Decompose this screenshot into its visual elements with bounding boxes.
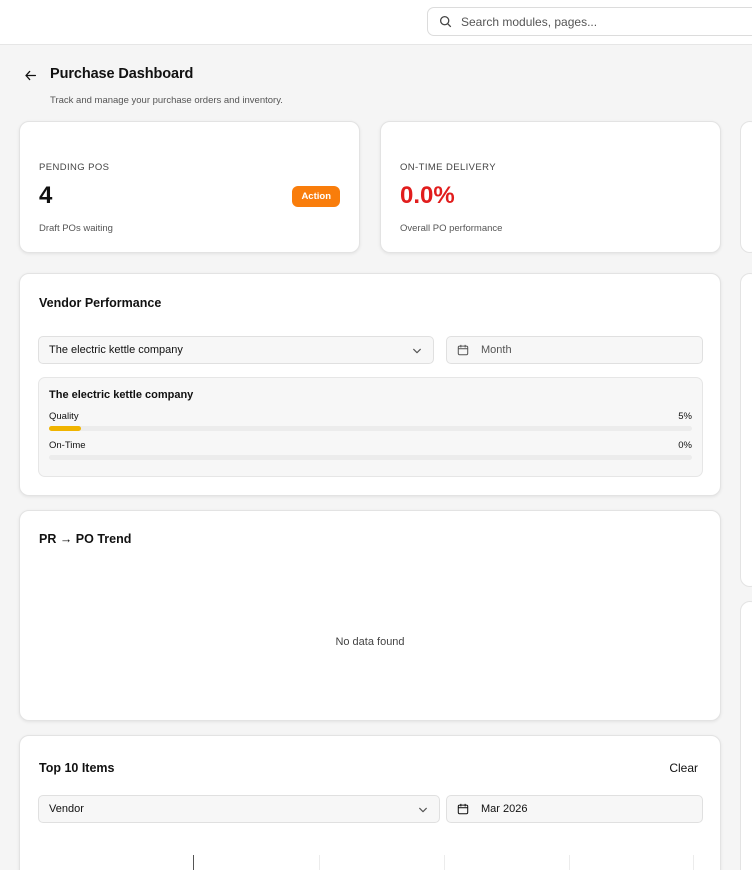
side-card-bottom — [740, 601, 752, 870]
on-time-delivery-label: ON-TIME DELIVERY — [400, 162, 496, 173]
quality-value: 5% — [678, 411, 692, 422]
chart-gridline — [319, 855, 320, 870]
period-placeholder: Month — [481, 344, 512, 356]
clear-button[interactable]: Clear — [669, 761, 698, 775]
on-time-value: 0% — [678, 440, 692, 451]
search-icon — [439, 15, 452, 28]
pending-pos-description: Draft POs waiting — [39, 223, 113, 234]
search-box[interactable] — [427, 7, 752, 36]
pending-pos-value: 4 — [39, 182, 53, 209]
quality-progress-fill — [49, 426, 82, 431]
arrow-left-icon — [24, 69, 37, 82]
top-items-vendor-select[interactable]: Vendor — [38, 795, 440, 823]
pending-pos-label: PENDING POS — [39, 162, 110, 173]
on-time-delivery-value: 0.0% — [400, 182, 455, 209]
pending-pos-card: PENDING POS 4 Action Draft POs waiting — [19, 121, 360, 253]
on-time-label: On-Time — [49, 440, 86, 451]
page-title: Purchase Dashboard — [50, 66, 194, 82]
on-time-delivery-description: Overall PO performance — [400, 223, 503, 234]
back-button[interactable] — [22, 67, 38, 83]
chart-gridline — [444, 855, 445, 870]
on-time-progress-track — [49, 455, 692, 460]
page-subtitle: Track and manage your purchase orders an… — [50, 95, 283, 106]
top-items-vendor-select-value: Vendor — [49, 803, 84, 815]
calendar-icon — [457, 344, 469, 356]
quality-progress-track — [49, 426, 692, 431]
vendor-select-value: The electric kettle company — [49, 344, 183, 356]
top-bar — [0, 0, 752, 45]
side-card-middle — [740, 273, 752, 587]
search-input[interactable] — [461, 14, 721, 29]
chevron-down-icon — [418, 805, 428, 818]
vendor-select[interactable]: The electric kettle company — [38, 336, 434, 364]
top-items-date-value: Mar 2026 — [481, 803, 528, 815]
side-card-top — [740, 121, 752, 253]
vendor-name: The electric kettle company — [49, 389, 194, 401]
calendar-icon — [457, 803, 469, 815]
vendor-performance-summary: The electric kettle company Quality 5% O… — [38, 377, 703, 477]
action-badge[interactable]: Action — [292, 186, 340, 207]
top-items-title: Top 10 Items — [39, 761, 115, 775]
top-items-card: Top 10 Items Clear Vendor Mar 2026 — [19, 735, 721, 870]
period-picker[interactable]: Month — [446, 336, 703, 364]
vendor-performance-title: Vendor Performance — [39, 296, 162, 310]
pr-po-trend-title: PR → PO Trend — [39, 532, 132, 546]
chart-axis-line — [193, 855, 194, 870]
chart-gridline — [569, 855, 570, 870]
chevron-down-icon — [412, 346, 422, 359]
pr-po-trend-card: PR → PO Trend No data found — [19, 510, 721, 721]
chart-gridline — [693, 855, 694, 870]
quality-label: Quality — [49, 411, 79, 422]
vendor-performance-card: Vendor Performance The electric kettle c… — [19, 273, 721, 496]
on-time-delivery-card: ON-TIME DELIVERY 0.0% Overall PO perform… — [380, 121, 721, 253]
top-items-date-picker[interactable]: Mar 2026 — [446, 795, 703, 823]
empty-state-text: No data found — [335, 636, 405, 648]
